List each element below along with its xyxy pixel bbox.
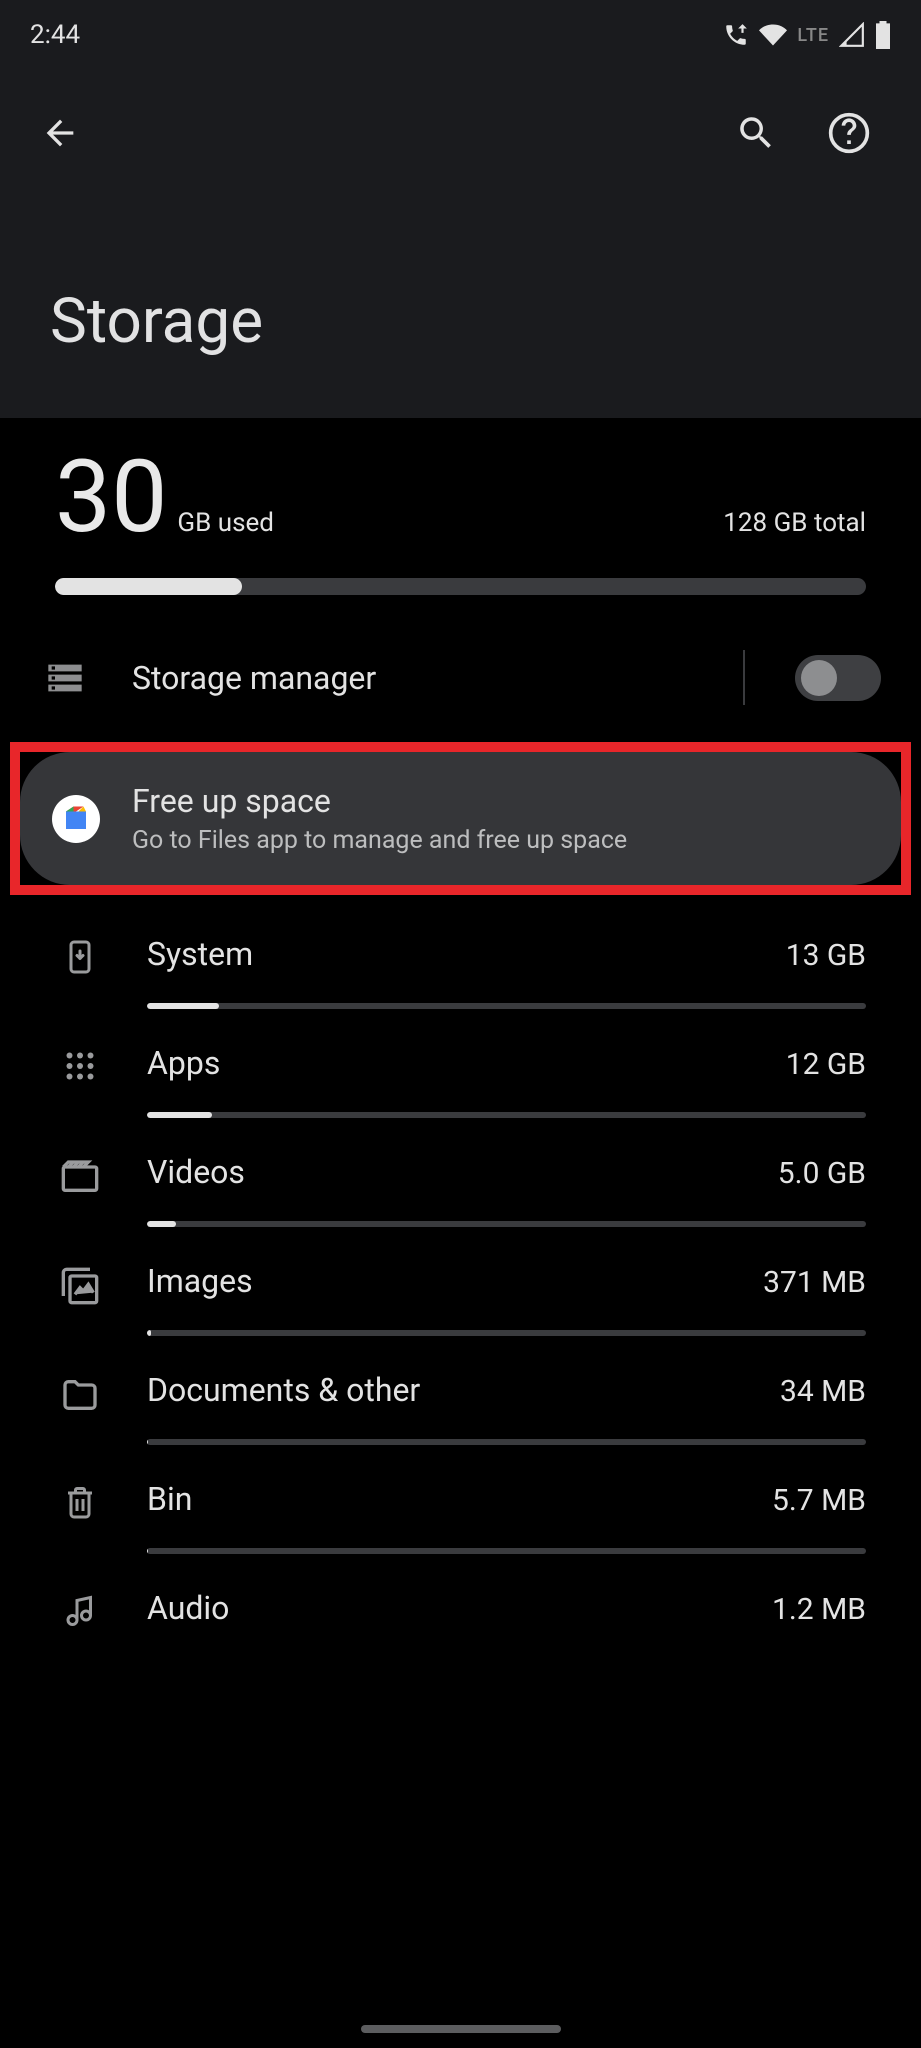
status-bar: 2:44 LTE (0, 0, 921, 70)
videos-icon (60, 1157, 100, 1197)
category-label: Audio (147, 1589, 229, 1627)
nav-handle[interactable] (361, 2025, 561, 2033)
divider (743, 650, 745, 705)
search-button[interactable] (735, 112, 777, 158)
back-button[interactable] (40, 113, 80, 157)
help-icon (827, 111, 871, 155)
lte-label: LTE (797, 25, 829, 46)
category-videos[interactable]: Videos 5.0 GB (0, 1118, 921, 1227)
battery-charging-icon (875, 21, 891, 49)
status-icons: LTE (723, 21, 891, 49)
content: 30 GB used 128 GB total Storage manager … (0, 418, 921, 1629)
storage-icon (45, 658, 85, 698)
system-icon (62, 939, 98, 975)
storage-manager-toggle[interactable] (795, 655, 881, 701)
status-time: 2:44 (30, 20, 80, 50)
category-images[interactable]: Images 371 MB (0, 1227, 921, 1336)
arrow-back-icon (40, 113, 80, 153)
folder-icon (60, 1375, 100, 1415)
free-up-subtitle: Go to Files app to manage and free up sp… (132, 826, 876, 855)
total-label: 128 GB total (723, 508, 866, 538)
category-size: 12 GB (786, 1047, 866, 1082)
search-icon (735, 112, 777, 154)
storage-manager-label: Storage manager (132, 659, 701, 697)
used-number: 30 (55, 448, 167, 548)
category-bin[interactable]: Bin 5.7 MB (0, 1445, 921, 1554)
storage-manager-row[interactable]: Storage manager (0, 605, 921, 737)
used-label: GB used (177, 508, 274, 538)
page-title: Storage (30, 170, 891, 358)
wifi-calling-icon (723, 22, 749, 48)
category-size: 1.2 MB (772, 1592, 866, 1627)
category-documents[interactable]: Documents & other 34 MB (0, 1336, 921, 1445)
free-up-title: Free up space (132, 782, 876, 820)
category-size: 34 MB (780, 1374, 866, 1409)
storage-progress (55, 578, 866, 595)
audio-icon (62, 1593, 98, 1629)
category-audio[interactable]: Audio 1.2 MB (0, 1554, 921, 1629)
toggle-knob (801, 660, 837, 696)
signal-icon (839, 22, 865, 48)
category-label: Bin (147, 1480, 192, 1518)
category-label: Documents & other (147, 1371, 420, 1409)
free-up-space-card[interactable]: Free up space Go to Files app to manage … (20, 752, 901, 885)
category-label: System (147, 935, 253, 973)
wifi-icon (759, 21, 787, 49)
header: Storage (0, 70, 921, 418)
help-button[interactable] (827, 111, 871, 159)
images-icon (60, 1266, 100, 1306)
category-size: 13 GB (786, 938, 866, 973)
category-label: Images (147, 1262, 253, 1300)
category-size: 5.7 MB (772, 1483, 866, 1518)
storage-progress-fill (55, 578, 242, 595)
category-apps[interactable]: Apps 12 GB (0, 1009, 921, 1118)
apps-icon (62, 1048, 98, 1084)
category-label: Apps (147, 1044, 220, 1082)
category-size: 371 MB (763, 1265, 866, 1300)
category-system[interactable]: System 13 GB (0, 900, 921, 1009)
category-size: 5.0 GB (778, 1156, 866, 1191)
category-label: Videos (147, 1153, 245, 1191)
trash-icon (62, 1484, 98, 1520)
files-app-icon (52, 795, 100, 843)
usage-summary: 30 GB used 128 GB total (0, 418, 921, 605)
